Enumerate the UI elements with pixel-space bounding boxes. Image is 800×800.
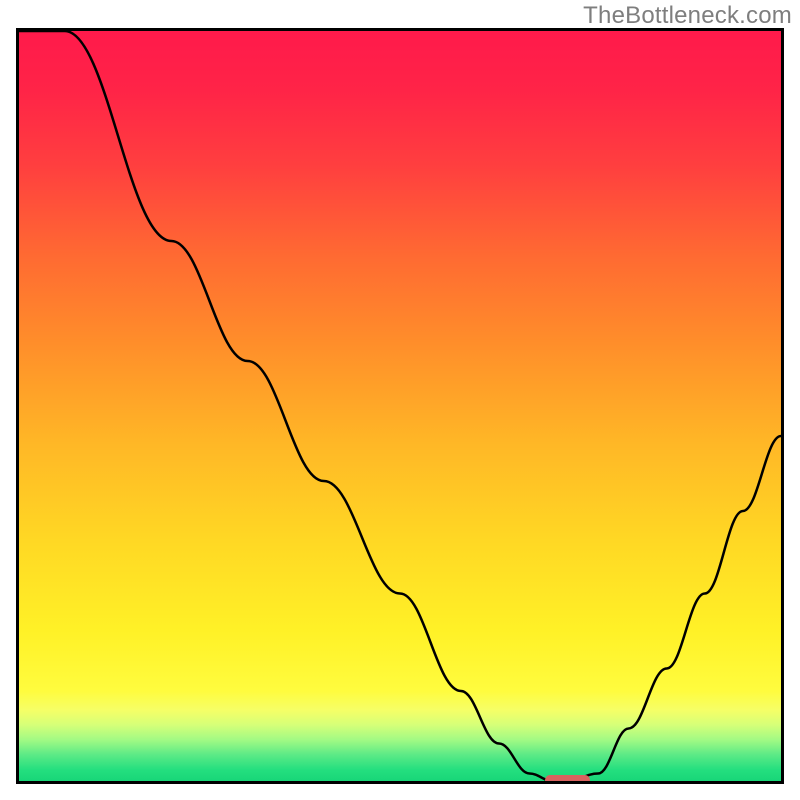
chart-plot-area	[16, 28, 784, 784]
chart-container: TheBottleneck.com	[0, 0, 800, 800]
data-curve	[19, 31, 781, 781]
minimum-marker	[545, 775, 591, 785]
watermark-label: TheBottleneck.com	[583, 2, 792, 30]
